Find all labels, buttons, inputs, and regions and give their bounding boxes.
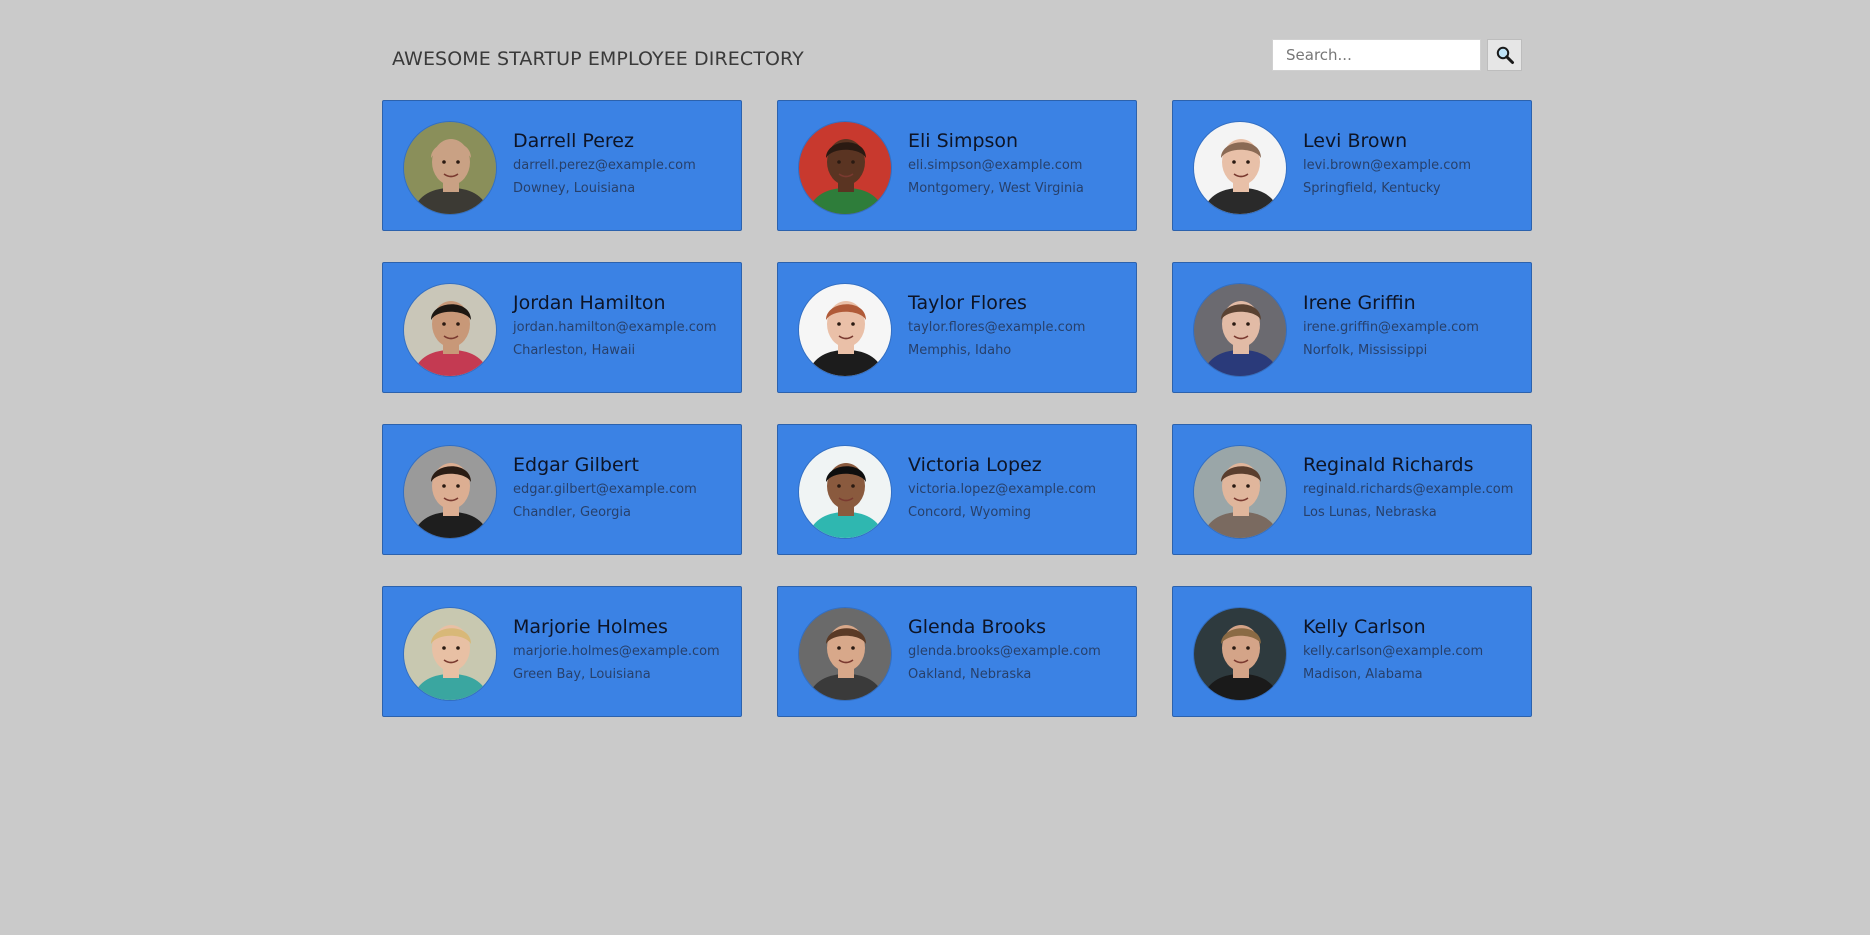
- employee-info: Jordan Hamilton jordan.hamilton@example.c…: [513, 290, 735, 362]
- employee-email: glenda.brooks@example.com: [908, 644, 1101, 659]
- employee-name: Levi Brown: [1303, 130, 1408, 152]
- avatar: [798, 283, 892, 377]
- search-icon: [1496, 46, 1514, 64]
- employee-name: Victoria Lopez: [908, 454, 1042, 476]
- employee-email: edgar.gilbert@example.com: [513, 482, 697, 497]
- avatar: [798, 607, 892, 701]
- employee-name: Taylor Flores: [908, 292, 1027, 314]
- employee-card[interactable]: Levi Brown levi.brown@example.com Springfi…: [1172, 100, 1532, 231]
- employee-email: levi.brown@example.com: [1303, 158, 1472, 173]
- employee-location: Charleston, Hawaii: [513, 343, 636, 358]
- employee-name: Darrell Perez: [513, 130, 634, 152]
- employee-name: Jordan Hamilton: [513, 292, 666, 314]
- avatar: [1193, 121, 1287, 215]
- employee-directory-page: AWESOME STARTUP EMPLOYEE DIRECTORY Darre…: [0, 0, 1870, 935]
- employee-card[interactable]: Reginald Richards reginald.richards@examp…: [1172, 424, 1532, 555]
- employee-email: marjorie.holmes@example.com: [513, 644, 720, 659]
- employee-info: Victoria Lopez victoria.lopez@example.com…: [908, 452, 1130, 524]
- employee-card[interactable]: Jordan Hamilton jordan.hamilton@example.c…: [382, 262, 742, 393]
- employee-info: Glenda Brooks glenda.brooks@example.com Oa…: [908, 614, 1130, 686]
- employee-email: victoria.lopez@example.com: [908, 482, 1097, 497]
- employee-card[interactable]: Marjorie Holmes marjorie.holmes@example.c…: [382, 586, 742, 717]
- avatar: [403, 607, 497, 701]
- employee-card[interactable]: Edgar Gilbert edgar.gilbert@example.com Ch…: [382, 424, 742, 555]
- employee-location: Chandler, Georgia: [513, 505, 631, 520]
- employee-card[interactable]: Victoria Lopez victoria.lopez@example.com…: [777, 424, 1137, 555]
- employee-location: Springfield, Kentucky: [1303, 181, 1441, 196]
- employee-location: Memphis, Idaho: [908, 343, 1012, 358]
- employee-email: eli.simpson@example.com: [908, 158, 1083, 173]
- search-form: [1272, 39, 1522, 71]
- employee-location: Norfolk, Mississippi: [1303, 343, 1428, 358]
- employee-location: Madison, Alabama: [1303, 667, 1423, 682]
- employee-email: darrell.perez@example.com: [513, 158, 696, 173]
- avatar: [403, 283, 497, 377]
- employee-card[interactable]: Eli Simpson eli.simpson@example.com Montgo…: [777, 100, 1137, 231]
- employee-name: Glenda Brooks: [908, 616, 1047, 638]
- employee-card[interactable]: Taylor Flores taylor.flores@example.com Me…: [777, 262, 1137, 393]
- avatar: [1193, 607, 1287, 701]
- employee-location: Green Bay, Louisiana: [513, 667, 651, 682]
- header: AWESOME STARTUP EMPLOYEE DIRECTORY: [382, 38, 1524, 78]
- search-input[interactable]: [1272, 39, 1481, 71]
- employee-name: Eli Simpson: [908, 130, 1019, 152]
- avatar: [403, 445, 497, 539]
- employee-location: Oakland, Nebraska: [908, 667, 1032, 682]
- employee-info: Reginald Richards reginald.richards@examp…: [1303, 452, 1525, 524]
- employee-info: Marjorie Holmes marjorie.holmes@example.c…: [513, 614, 735, 686]
- employee-info: Irene Griffin irene.griffin@example.com No…: [1303, 290, 1525, 362]
- employee-info: Taylor Flores taylor.flores@example.com Me…: [908, 290, 1130, 362]
- employee-location: Downey, Louisiana: [513, 181, 636, 196]
- employee-card[interactable]: Darrell Perez darrell.perez@example.com Do…: [382, 100, 742, 231]
- employee-location: Montgomery, West Virginia: [908, 181, 1084, 196]
- page-title: AWESOME STARTUP EMPLOYEE DIRECTORY: [392, 48, 804, 70]
- employee-info: Eli Simpson eli.simpson@example.com Montgo…: [908, 128, 1130, 200]
- employee-name: Irene Griffin: [1303, 292, 1416, 314]
- employee-info: Kelly Carlson kelly.carlson@example.com Ma…: [1303, 614, 1525, 686]
- avatar: [1193, 283, 1287, 377]
- employee-email: taylor.flores@example.com: [908, 320, 1086, 335]
- employee-email: irene.griffin@example.com: [1303, 320, 1479, 335]
- employee-location: Los Lunas, Nebraska: [1303, 505, 1437, 520]
- employee-name: Kelly Carlson: [1303, 616, 1426, 638]
- employee-grid: Darrell Perez darrell.perez@example.com Do…: [382, 100, 1534, 717]
- employee-name: Marjorie Holmes: [513, 616, 668, 638]
- employee-info: Darrell Perez darrell.perez@example.com Do…: [513, 128, 735, 200]
- search-button[interactable]: [1487, 39, 1522, 71]
- employee-info: Levi Brown levi.brown@example.com Springfi…: [1303, 128, 1525, 200]
- employee-name: Edgar Gilbert: [513, 454, 639, 476]
- avatar: [798, 445, 892, 539]
- employee-email: kelly.carlson@example.com: [1303, 644, 1484, 659]
- employee-card[interactable]: Glenda Brooks glenda.brooks@example.com Oa…: [777, 586, 1137, 717]
- avatar: [403, 121, 497, 215]
- employee-email: reginald.richards@example.com: [1303, 482, 1514, 497]
- employee-card[interactable]: Kelly Carlson kelly.carlson@example.com Ma…: [1172, 586, 1532, 717]
- employee-location: Concord, Wyoming: [908, 505, 1032, 520]
- avatar: [1193, 445, 1287, 539]
- employee-email: jordan.hamilton@example.com: [513, 320, 717, 335]
- avatar: [798, 121, 892, 215]
- employee-name: Reginald Richards: [1303, 454, 1474, 476]
- employee-card[interactable]: Irene Griffin irene.griffin@example.com No…: [1172, 262, 1532, 393]
- employee-info: Edgar Gilbert edgar.gilbert@example.com Ch…: [513, 452, 735, 524]
